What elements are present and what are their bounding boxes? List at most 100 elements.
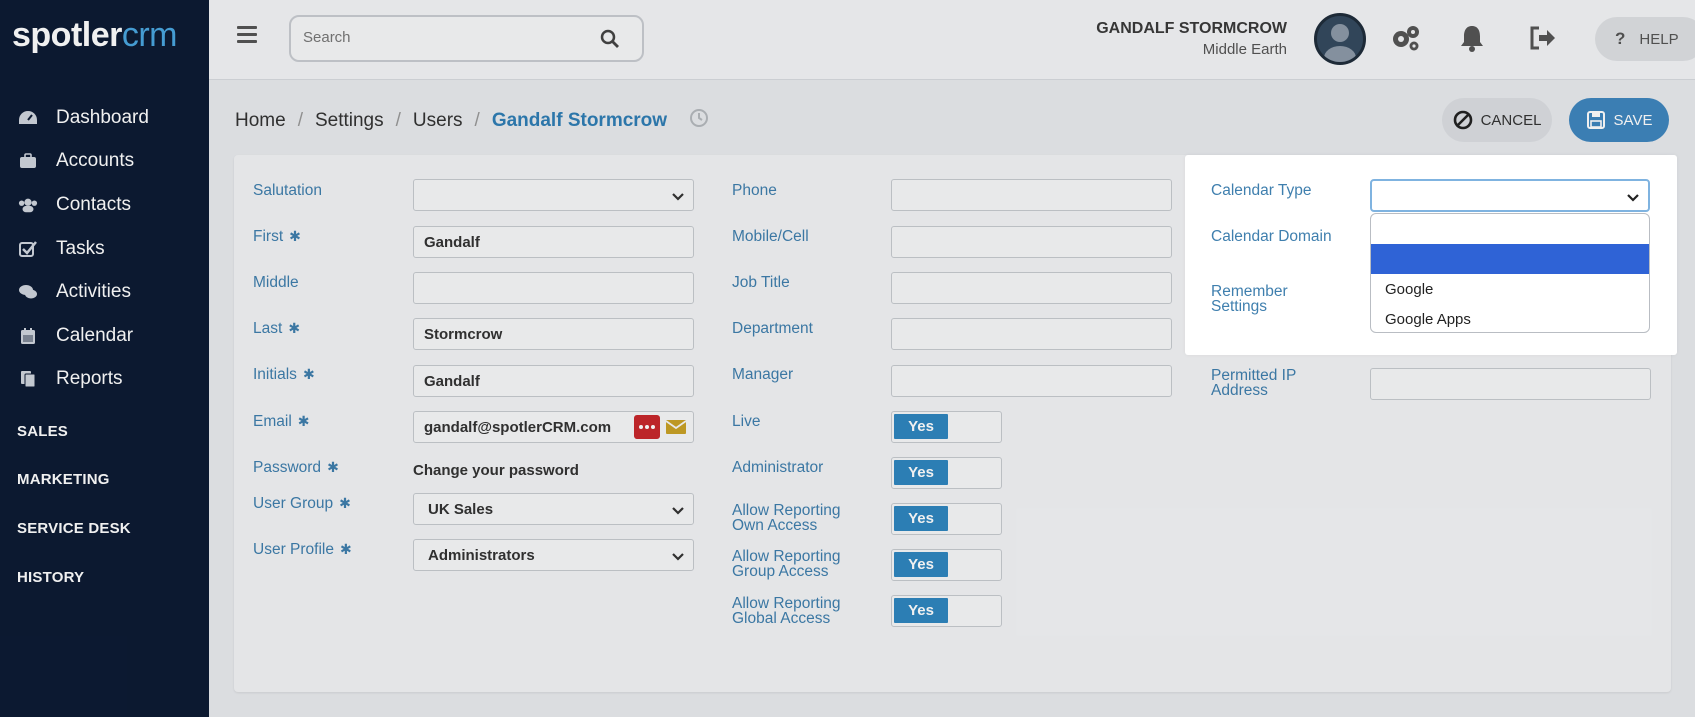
sidebar-item-dashboard[interactable]: Dashboard bbox=[0, 96, 209, 140]
user-profile-select[interactable]: Administrators bbox=[413, 539, 694, 571]
change-password-link[interactable]: Change your password bbox=[413, 462, 579, 479]
section-sales[interactable]: SALES bbox=[17, 423, 68, 440]
chevron-down-icon bbox=[671, 549, 685, 566]
reporting-own-label: Allow Reporting Own Access bbox=[732, 502, 841, 534]
last-label: Last ✱ bbox=[253, 320, 301, 337]
calendar-type-dropdown: Google Google Apps bbox=[1370, 213, 1650, 333]
dropdown-option[interactable] bbox=[1371, 214, 1649, 244]
sidebar-item-reports[interactable]: Reports bbox=[0, 358, 209, 402]
chevron-down-icon bbox=[671, 503, 685, 520]
help-button[interactable]: ? HELP bbox=[1595, 17, 1695, 61]
users-icon bbox=[18, 195, 38, 215]
breadcrumb-separator: / bbox=[474, 110, 480, 131]
reporting-global-label: Allow Reporting Global Access bbox=[732, 595, 841, 627]
user-group-label: User Group ✱ bbox=[253, 495, 351, 512]
sidebar-item-contacts[interactable]: Contacts bbox=[0, 183, 209, 227]
remember-settings-label: Remember Settings bbox=[1211, 283, 1288, 315]
settings-gears-icon[interactable] bbox=[1390, 22, 1422, 54]
job-title-field[interactable] bbox=[891, 272, 1172, 304]
sidebar-item-activities[interactable]: Activities bbox=[0, 270, 209, 314]
bell-icon[interactable] bbox=[1456, 22, 1488, 54]
calendar-type-select[interactable] bbox=[1370, 179, 1650, 212]
envelope-icon[interactable] bbox=[664, 415, 688, 444]
chevron-down-icon bbox=[1626, 190, 1640, 208]
briefcase-icon bbox=[18, 151, 38, 171]
dashboard-icon bbox=[18, 108, 38, 128]
phone-field[interactable] bbox=[891, 179, 1172, 211]
breadcrumb-settings[interactable]: Settings bbox=[315, 110, 384, 132]
cancel-button[interactable]: CANCEL bbox=[1442, 98, 1552, 142]
first-label: First ✱ bbox=[253, 228, 301, 245]
breadcrumb-separator: / bbox=[297, 110, 303, 131]
initials-label: Initials ✱ bbox=[253, 366, 315, 383]
user-profile-label: User Profile ✱ bbox=[253, 541, 352, 558]
checkbox-icon bbox=[18, 239, 38, 259]
phone-label: Phone bbox=[732, 182, 777, 199]
calendar-type-label: Calendar Type bbox=[1211, 182, 1312, 199]
job-title-label: Job Title bbox=[732, 274, 790, 291]
dropdown-option-selected[interactable] bbox=[1371, 244, 1649, 274]
search-input[interactable] bbox=[303, 29, 583, 46]
calendar-icon bbox=[18, 326, 38, 346]
sidebar-item-label: Accounts bbox=[56, 150, 135, 172]
search-box bbox=[289, 15, 644, 62]
sidebar: spotlercrm Dashboard Accounts Contacts T… bbox=[0, 0, 209, 717]
first-name-field[interactable]: Gandalf bbox=[413, 226, 694, 258]
sidebar-item-label: Tasks bbox=[56, 237, 105, 259]
reporting-global-toggle[interactable]: Yes bbox=[891, 595, 1002, 627]
email-actions bbox=[634, 415, 688, 444]
department-field[interactable] bbox=[891, 318, 1172, 350]
sidebar-item-label: Calendar bbox=[56, 324, 134, 346]
mobile-field[interactable] bbox=[891, 226, 1172, 258]
hamburger-menu-icon[interactable] bbox=[237, 26, 257, 46]
reporting-group-toggle[interactable]: Yes bbox=[891, 549, 1002, 581]
initials-field[interactable]: Gandalf bbox=[413, 365, 694, 397]
permitted-ip-label: Permitted IP Address bbox=[1211, 367, 1297, 399]
user-group-select[interactable]: UK Sales bbox=[413, 493, 694, 525]
middle-name-field[interactable] bbox=[413, 272, 694, 304]
sidebar-item-accounts[interactable]: Accounts bbox=[0, 140, 209, 184]
help-question-icon: ? bbox=[1615, 29, 1626, 48]
middle-label: Middle bbox=[253, 274, 299, 291]
chevron-down-icon bbox=[671, 189, 685, 206]
breadcrumb: Home / Settings / Users / Gandalf Stormc… bbox=[235, 108, 709, 134]
ban-icon bbox=[1453, 110, 1472, 130]
salutation-select[interactable] bbox=[413, 179, 694, 211]
mobile-label: Mobile/Cell bbox=[732, 228, 809, 245]
search-icon[interactable] bbox=[600, 29, 620, 54]
floppy-disk-icon bbox=[1586, 111, 1605, 129]
calendar-domain-label: Calendar Domain bbox=[1211, 228, 1332, 245]
manager-field[interactable] bbox=[891, 365, 1172, 397]
breadcrumb-users[interactable]: Users bbox=[413, 110, 463, 132]
section-history[interactable]: HISTORY bbox=[17, 569, 84, 586]
sidebar-item-label: Reports bbox=[56, 368, 123, 390]
administrator-label: Administrator bbox=[732, 459, 824, 476]
clock-icon[interactable] bbox=[689, 108, 709, 134]
breadcrumb-current: Gandalf Stormcrow bbox=[491, 110, 668, 131]
save-button[interactable]: SAVE bbox=[1569, 98, 1669, 142]
reporting-group-label: Allow Reporting Group Access bbox=[732, 548, 841, 580]
last-name-field[interactable]: Stormcrow bbox=[413, 318, 694, 350]
section-service-desk[interactable]: SERVICE DESK bbox=[17, 520, 131, 537]
department-label: Department bbox=[732, 320, 813, 337]
email-label: Email ✱ bbox=[253, 413, 310, 430]
avatar[interactable] bbox=[1314, 13, 1366, 65]
password-label: Password ✱ bbox=[253, 459, 339, 476]
password-dots-icon[interactable] bbox=[634, 415, 660, 439]
sidebar-nav: Dashboard Accounts Contacts Tasks Activi… bbox=[0, 96, 209, 401]
sidebar-item-tasks[interactable]: Tasks bbox=[0, 227, 209, 271]
logo[interactable]: spotlercrm bbox=[12, 16, 178, 55]
breadcrumb-home[interactable]: Home bbox=[235, 110, 286, 132]
dropdown-option-google[interactable]: Google bbox=[1371, 274, 1649, 304]
live-toggle[interactable]: Yes bbox=[891, 411, 1002, 443]
administrator-toggle[interactable]: Yes bbox=[891, 457, 1002, 489]
comments-icon bbox=[18, 282, 38, 302]
reporting-own-toggle[interactable]: Yes bbox=[891, 503, 1002, 535]
section-marketing[interactable]: MARKETING bbox=[17, 471, 110, 488]
dropdown-option-google-apps[interactable]: Google Apps bbox=[1371, 304, 1649, 332]
permitted-ip-field[interactable] bbox=[1370, 368, 1651, 400]
user-name: GANDALF STORMCROW bbox=[1096, 20, 1287, 37]
logout-icon[interactable] bbox=[1527, 22, 1559, 54]
sidebar-item-label: Activities bbox=[56, 281, 131, 303]
sidebar-item-calendar[interactable]: Calendar bbox=[0, 314, 209, 358]
